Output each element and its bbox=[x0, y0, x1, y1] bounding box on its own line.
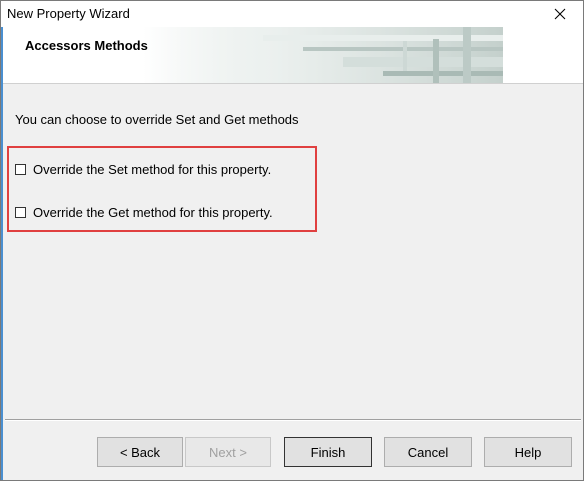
intro-text: You can choose to override Set and Get m… bbox=[15, 112, 299, 127]
override-set-label: Override the Set method for this propert… bbox=[33, 162, 272, 177]
close-icon bbox=[554, 8, 566, 20]
cancel-button[interactable]: Cancel bbox=[384, 437, 472, 467]
help-button[interactable]: Help bbox=[484, 437, 572, 467]
override-set-option[interactable]: Override the Set method for this propert… bbox=[15, 162, 271, 177]
finish-button[interactable]: Finish bbox=[284, 437, 372, 467]
close-button[interactable] bbox=[537, 1, 583, 27]
back-button[interactable]: < Back bbox=[97, 437, 183, 467]
override-get-checkbox[interactable] bbox=[15, 207, 26, 218]
title-bar: New Property Wizard bbox=[1, 1, 583, 27]
override-set-checkbox[interactable] bbox=[15, 164, 26, 175]
override-get-option[interactable]: Override the Get method for this propert… bbox=[15, 205, 273, 220]
window-title: New Property Wizard bbox=[7, 6, 130, 21]
window-edge-accent bbox=[1, 27, 3, 480]
page-title: Accessors Methods bbox=[25, 38, 148, 53]
wizard-window: New Property Wizard Accessors Methods Yo… bbox=[0, 0, 584, 481]
footer-separator bbox=[5, 419, 581, 421]
wizard-header: Accessors Methods bbox=[3, 27, 583, 84]
header-banner-image bbox=[143, 27, 503, 83]
next-button[interactable]: Next > bbox=[185, 437, 271, 467]
override-get-label: Override the Get method for this propert… bbox=[33, 205, 273, 220]
